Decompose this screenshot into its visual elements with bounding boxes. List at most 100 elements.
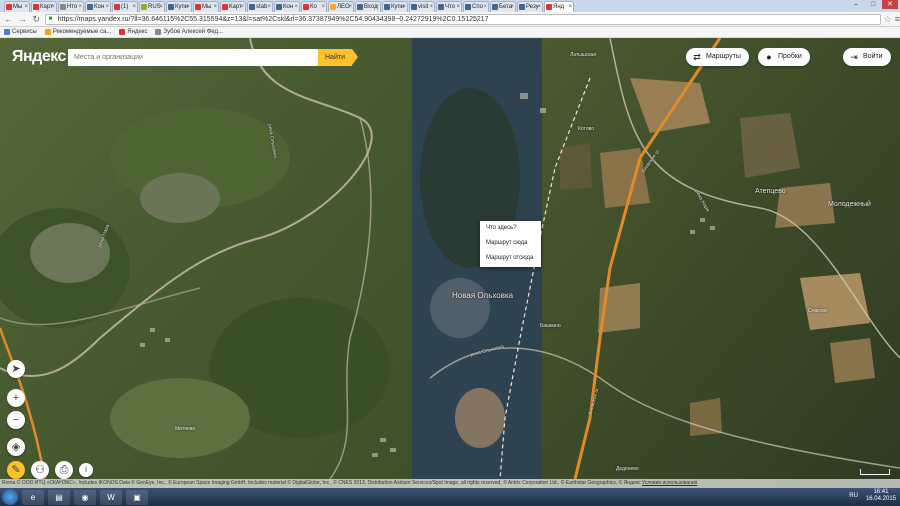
- folder-icon[interactable]: ▤: [48, 489, 70, 505]
- close-window-icon[interactable]: ✕: [882, 0, 898, 9]
- url-field[interactable]: ■ https://maps.yandex.ru/?ll=36.646115%2…: [44, 13, 881, 25]
- printer-icon: ⎙: [59, 464, 69, 476]
- yandex-logo[interactable]: Яндекс: [12, 48, 66, 66]
- context-menu-route-to[interactable]: Маршрут сюда: [480, 236, 541, 251]
- close-tab-icon[interactable]: ×: [159, 2, 163, 12]
- favicon-icon: [303, 4, 309, 10]
- browser-tab[interactable]: Резу ×: [517, 1, 543, 12]
- bookmark-services[interactable]: Сервисы: [4, 29, 37, 35]
- arrow-icon: ➤: [11, 363, 21, 375]
- browser-tab[interactable]: Ко ×: [301, 1, 327, 12]
- favicon-icon: [492, 4, 498, 10]
- place-label: Деденево: [616, 466, 639, 472]
- context-menu-route-from[interactable]: Маршрут отсюда: [480, 251, 541, 266]
- bookmark-yandex[interactable]: Яндекс: [119, 29, 147, 35]
- close-tab-icon[interactable]: ×: [294, 2, 298, 12]
- close-tab-icon[interactable]: ×: [321, 2, 325, 12]
- browser-tab[interactable]: Кон ×: [274, 1, 300, 12]
- close-tab-icon[interactable]: ×: [78, 2, 82, 12]
- browser-tab[interactable]: Бета ×: [490, 1, 516, 12]
- close-tab-icon[interactable]: ×: [24, 2, 28, 12]
- close-tab-icon[interactable]: ×: [240, 2, 244, 12]
- browser-tab[interactable]: Кон ×: [85, 1, 111, 12]
- favicon-icon: [276, 4, 282, 10]
- reload-icon[interactable]: ↻: [31, 14, 42, 25]
- favicon-icon: [141, 4, 147, 10]
- print-button[interactable]: ⎙: [55, 461, 73, 479]
- zoom-out-button[interactable]: −: [7, 411, 25, 429]
- find-button[interactable]: Найти: [318, 49, 358, 66]
- geolocation-button[interactable]: ➤: [7, 360, 25, 378]
- browser-tab[interactable]: visit ×: [409, 1, 435, 12]
- browser-tab[interactable]: Вход ×: [355, 1, 381, 12]
- info-button[interactable]: i: [79, 463, 93, 477]
- layers-button[interactable]: ◈: [7, 438, 25, 456]
- browser-tab[interactable]: Карт ×: [31, 1, 57, 12]
- close-tab-icon[interactable]: ×: [348, 2, 352, 12]
- routes-button[interactable]: ⇄ Маршруты: [686, 48, 749, 66]
- close-tab-icon[interactable]: ×: [483, 2, 487, 12]
- browser-tab[interactable]: Мы ×: [193, 1, 219, 12]
- browser-tab[interactable]: Что ×: [436, 1, 462, 12]
- maximize-icon[interactable]: □: [865, 0, 881, 9]
- ruler-button[interactable]: ✎: [7, 461, 25, 479]
- window-controls: – □ ✕: [848, 0, 898, 9]
- close-tab-icon[interactable]: ×: [267, 2, 271, 12]
- language-indicator[interactable]: RU: [849, 493, 858, 499]
- close-tab-icon[interactable]: ×: [537, 2, 541, 12]
- close-tab-icon[interactable]: ×: [375, 2, 379, 12]
- browser-tab[interactable]: RUS ×: [139, 1, 165, 12]
- image-viewer-icon[interactable]: ▣: [126, 489, 148, 505]
- traffic-button[interactable]: ● Пробки: [758, 48, 810, 66]
- close-tab-icon[interactable]: ×: [51, 2, 55, 12]
- browser-tab[interactable]: Спо ×: [463, 1, 489, 12]
- browser-tab[interactable]: (1) ×: [112, 1, 138, 12]
- zoom-in-button[interactable]: +: [7, 389, 25, 407]
- browser-tab[interactable]: Янд ×: [544, 1, 574, 12]
- close-tab-icon[interactable]: ×: [429, 2, 433, 12]
- chrome-icon[interactable]: ◉: [74, 489, 96, 505]
- browser-tab[interactable]: Мы ×: [4, 1, 30, 12]
- forward-icon[interactable]: →: [17, 14, 28, 25]
- browser-tab[interactable]: Купи ×: [382, 1, 408, 12]
- close-tab-icon[interactable]: ×: [132, 2, 136, 12]
- minimize-icon[interactable]: –: [848, 0, 864, 9]
- taskbar: e ▤ ◉ W ▣ RU 16:41 16.04.2015: [0, 488, 900, 506]
- ie-icon[interactable]: e: [22, 489, 44, 505]
- yandex-icon: [119, 29, 126, 35]
- close-tab-icon[interactable]: ×: [105, 2, 109, 12]
- traffic-light-icon: ●: [766, 52, 772, 62]
- close-tab-icon[interactable]: ×: [186, 2, 190, 12]
- context-menu-what-here[interactable]: Что здесь?: [480, 221, 541, 236]
- person-icon: ⚇: [35, 464, 45, 476]
- panorama-button[interactable]: ⚇: [31, 461, 49, 479]
- favicon-icon: [222, 4, 228, 10]
- start-button[interactable]: [2, 489, 18, 505]
- browser-tab[interactable]: Нто ×: [58, 1, 84, 12]
- browser-tab[interactable]: stab ×: [247, 1, 273, 12]
- browser-tab[interactable]: Карт ×: [220, 1, 246, 12]
- back-icon[interactable]: ←: [3, 14, 14, 25]
- search-input[interactable]: [68, 49, 318, 66]
- terms-link[interactable]: Условия использования: [642, 480, 698, 486]
- close-tab-icon[interactable]: ×: [568, 2, 572, 12]
- close-tab-icon[interactable]: ×: [213, 2, 217, 12]
- favicon-icon: [33, 4, 39, 10]
- bookmark-star-icon[interactable]: ☆: [884, 14, 892, 25]
- favicon-icon: [330, 4, 336, 10]
- bookmark-zubov[interactable]: Зубов Алексей Фед...: [155, 29, 223, 35]
- login-button[interactable]: ⇥ Войти: [843, 48, 891, 66]
- place-label: Атепцево: [755, 188, 786, 195]
- browser-tab[interactable]: ЛЕО ×: [328, 1, 354, 12]
- browser-menu-icon[interactable]: ≡: [895, 14, 900, 24]
- bookmark-recommended[interactable]: Рекомендуемые са...: [44, 29, 111, 35]
- system-tray: RU 16:41 16.04.2015: [849, 489, 896, 503]
- close-tab-icon[interactable]: ×: [402, 2, 406, 12]
- satellite-map[interactable]: Новая Ольховка Атепцево Молодежный Латыш…: [0, 38, 900, 488]
- clock[interactable]: 16:41 16.04.2015: [866, 489, 896, 503]
- browser-tab[interactable]: Купи ×: [166, 1, 192, 12]
- tab-strip: Мы × Карт × Нто × Кон × (1) × RUS × Купи × Мы × Карт × sta…: [0, 0, 900, 12]
- close-tab-icon[interactable]: ×: [510, 2, 514, 12]
- word-icon[interactable]: W: [100, 489, 122, 505]
- close-tab-icon[interactable]: ×: [456, 2, 460, 12]
